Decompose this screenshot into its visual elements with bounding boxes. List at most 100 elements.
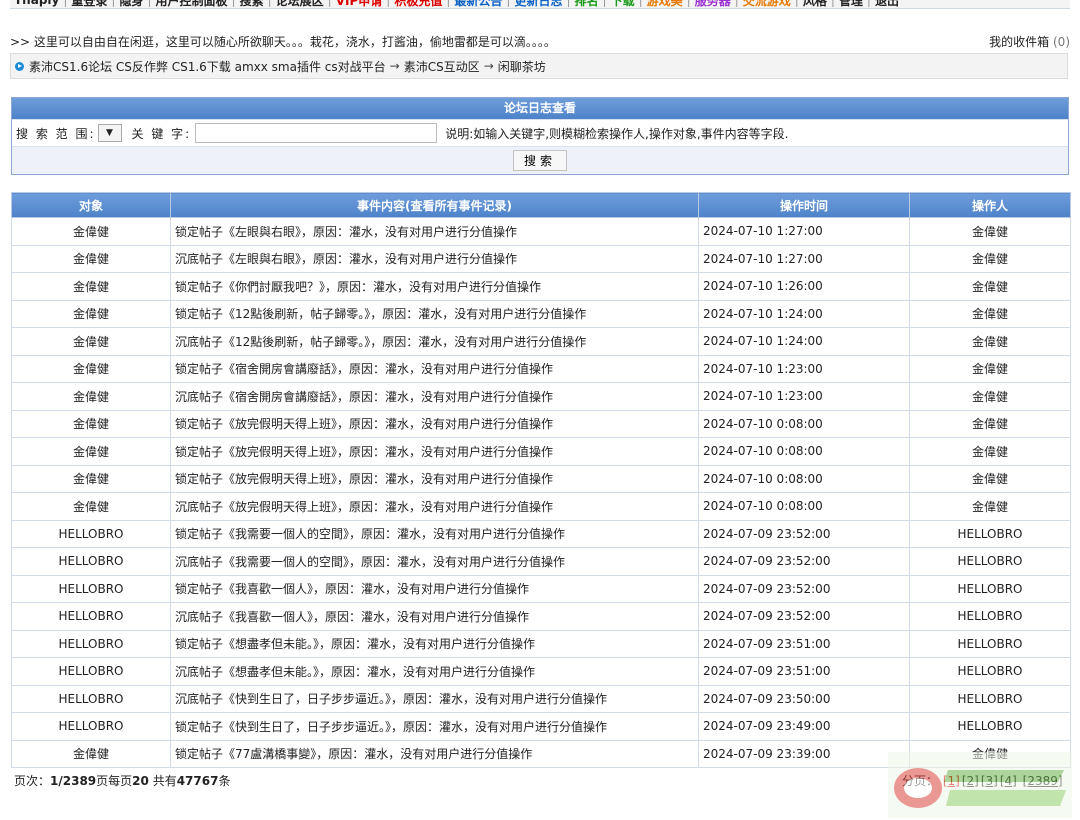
pagination-label: 分页： xyxy=(902,774,939,788)
cell-time: 2024-07-10 1:24:00 xyxy=(698,299,910,328)
table-row: 金偉健 沉底帖子《左眼與右眼》，原因：灌水，没有对用户进行分值操作 2024-07-… xyxy=(11,244,1071,273)
cell-operator: 金偉健 xyxy=(909,299,1071,328)
column-header-operator: 操作人 xyxy=(909,192,1071,218)
table-header-row: 对象 事件内容(查看所有事件记录) 操作时间 操作人 xyxy=(11,192,1071,218)
nav-link[interactable]: 下载 xyxy=(607,0,639,8)
table-row: 金偉健 沉底帖子《宿舍開房會講廢話》，原因：灌水，没有对用户进行分值操作 2024-… xyxy=(11,382,1071,411)
nav-link[interactable]: 退出 xyxy=(871,0,903,8)
column-header-object: 对象 xyxy=(11,192,171,218)
table-row: 金偉健 锁定帖子《左眼與右眼》，原因：灌水，没有对用户进行分值操作 2024-07-… xyxy=(11,217,1071,246)
cell-event: 沉底帖子《12點後刷新，帖子歸零。》，原因：灌水，没有对用户进行分值操作 xyxy=(170,327,699,356)
table-row: HELLOBRO 沉底帖子《快到生日了，日子步步逼近。》，原因：灌水，没有对用户进… xyxy=(11,684,1071,713)
cell-object: 金偉健 xyxy=(11,299,171,328)
nav-link[interactable]: 游戏美 xyxy=(643,0,687,8)
breadcrumb-arrow-icon: → xyxy=(389,59,400,73)
notice-row: >> 这里可以自由自在闲逛，这里可以随心所欲聊天。。。栽花，浇水，打酱油，偷地雷… xyxy=(10,32,1070,50)
breadcrumb-forum-home[interactable]: 素沛CS1.6论坛 CS反作弊 CS1.6下载 amxx sma插件 cs对战平… xyxy=(29,58,386,75)
inbox-link[interactable]: 我的收件箱 (0) xyxy=(989,33,1070,50)
nav-link[interactable]: 重登录 xyxy=(67,0,111,8)
cell-event: 锁定帖子《你們討厭我吧？》，原因：灌水，没有对用户进行分值操作 xyxy=(170,272,699,301)
cell-event: 沉底帖子《快到生日了，日子步步逼近。》，原因：灌水，没有对用户进行分值操作 xyxy=(170,684,699,713)
cell-object: HELLOBRO xyxy=(11,712,171,741)
search-criteria-row: 搜 索 范 围: ▼ 关 键 字: 说明:如输入关键字,则模糊检索操作人,操作对… xyxy=(12,119,1068,146)
forum-notice: >> 这里可以自由自在闲逛，这里可以随心所欲聊天。。。栽花，浇水，打酱油，偷地雷… xyxy=(10,34,556,49)
nav-link[interactable]: 管理 xyxy=(835,0,867,8)
nav-link[interactable]: 最新公告 xyxy=(450,0,506,8)
cell-event: 锁定帖子《我需要一個人的空間》，原因：灌水，没有对用户进行分值操作 xyxy=(170,519,699,548)
page-link[interactable]: [3] xyxy=(981,774,998,788)
table-row: HELLOBRO 沉底帖子《我喜歡一個人》，原因：灌水，没有对用户进行分值操作 20… xyxy=(11,602,1071,631)
cell-event: 锁定帖子《想盡孝但未能。》，原因：灌水，没有对用户进行分值操作 xyxy=(170,629,699,658)
table-row: HELLOBRO 沉底帖子《想盡孝但未能。》，原因：灌水，没有对用户进行分值操作 2… xyxy=(11,657,1071,686)
chevron-down-icon: ▼ xyxy=(106,128,113,138)
pager-total: 47767 xyxy=(176,774,219,788)
column-header-event[interactable]: 事件内容(查看所有事件记录) xyxy=(170,192,699,218)
inbox-label: 我的收件箱 xyxy=(989,34,1050,49)
cell-event: 沉底帖子《左眼與右眼》，原因：灌水，没有对用户进行分值操作 xyxy=(170,244,699,273)
page-link[interactable]: [4] xyxy=(1000,774,1017,788)
nav-link[interactable]: 积极充值 xyxy=(390,0,446,8)
nav-link[interactable]: 用户控制面板 xyxy=(152,0,232,8)
nav-link[interactable]: 交流游戏 xyxy=(739,0,795,8)
page-link[interactable]: [1] xyxy=(943,774,960,788)
table-row: 金偉健 锁定帖子《宿舍開房會講廢話》，原因：灌水，没有对用户进行分值操作 2024-… xyxy=(11,354,1071,383)
pager-current: 1/2389 xyxy=(50,774,97,788)
cell-time: 2024-07-10 0:08:00 xyxy=(698,437,910,466)
breadcrumb-bullet-icon xyxy=(15,61,24,71)
nav-link[interactable]: 隐身 xyxy=(115,0,147,8)
cell-event: 锁定帖子《快到生日了，日子步步逼近。》，原因：灌水，没有对用户进行分值操作 xyxy=(170,712,699,741)
breadcrumb: 素沛CS1.6论坛 CS反作弊 CS1.6下载 amxx sma插件 cs对战平… xyxy=(10,53,1068,79)
nav-link[interactable]: 排名 xyxy=(571,0,603,8)
cell-event: 锁定帖子《我喜歡一個人》，原因：灌水，没有对用户进行分值操作 xyxy=(170,574,699,603)
pager-total-prefix: 共有 xyxy=(148,774,177,788)
nav-link[interactable]: Thaply xyxy=(10,0,63,7)
keyword-input[interactable] xyxy=(195,123,438,143)
cell-operator: HELLOBRO xyxy=(909,629,1071,658)
cell-event: 锁定帖子《左眼與右眼》，原因：灌水，没有对用户进行分值操作 xyxy=(170,217,699,246)
pager-per-page-prefix: 页每页 xyxy=(96,774,133,788)
cell-time: 2024-07-09 23:52:00 xyxy=(698,547,910,576)
page-link[interactable]: [2] xyxy=(962,774,979,788)
cell-event: 沉底帖子《想盡孝但未能。》，原因：灌水，没有对用户进行分值操作 xyxy=(170,657,699,686)
cell-operator: 金偉健 xyxy=(909,382,1071,411)
table-row: HELLOBRO 锁定帖子《快到生日了，日子步步逼近。》，原因：灌水，没有对用户进… xyxy=(11,712,1071,741)
nav-link[interactable]: VIP申请 xyxy=(332,0,387,8)
cell-object: 金偉健 xyxy=(11,244,171,273)
inbox-count: (0) xyxy=(1053,34,1070,49)
nav-link[interactable]: 更新日志 xyxy=(510,0,566,8)
cell-time: 2024-07-09 23:51:00 xyxy=(698,629,910,658)
cell-object: HELLOBRO xyxy=(11,602,171,631)
cell-operator: HELLOBRO xyxy=(909,519,1071,548)
cell-operator: HELLOBRO xyxy=(909,684,1071,713)
scope-label: 搜 索 范 围: xyxy=(16,126,96,141)
nav-link[interactable]: 服务器 xyxy=(691,0,735,8)
search-button[interactable]: 搜索 xyxy=(512,150,567,171)
cell-object: 金偉健 xyxy=(11,492,171,521)
cell-time: 2024-07-10 0:08:00 xyxy=(698,409,910,438)
top-nav-bar: Thaply | 重登录 | 隐身 | 用户控制面板 | 搜索 | 论坛展区 | VIP申请 | 积极充值 |… xyxy=(10,0,1070,9)
cell-time: 2024-07-09 23:52:00 xyxy=(698,574,910,603)
cell-operator: 金偉健 xyxy=(909,739,1071,768)
nav-link[interactable]: 搜索 xyxy=(236,0,268,8)
nav-link[interactable]: 风格 xyxy=(799,0,831,8)
cell-operator: 金偉健 xyxy=(909,437,1071,466)
breadcrumb-section[interactable]: 素沛CS互动区 xyxy=(404,58,480,75)
cell-time: 2024-07-09 23:52:00 xyxy=(698,519,910,548)
cell-time: 2024-07-10 1:23:00 xyxy=(698,354,910,383)
cell-event: 锁定帖子《放完假明天得上班》，原因：灌水，没有对用户进行分值操作 xyxy=(170,464,699,493)
cell-event: 沉底帖子《放完假明天得上班》，原因：灌水，没有对用户进行分值操作 xyxy=(170,492,699,521)
last-page-link[interactable]: [2389] xyxy=(1023,774,1063,788)
cell-operator: 金偉健 xyxy=(909,354,1071,383)
cell-time: 2024-07-10 1:27:00 xyxy=(698,244,910,273)
cell-operator: HELLOBRO xyxy=(909,712,1071,741)
cell-operator: 金偉健 xyxy=(909,217,1071,246)
pager-label: 页次： xyxy=(14,774,51,788)
cell-time: 2024-07-09 23:52:00 xyxy=(698,602,910,631)
scope-select[interactable]: ▼ xyxy=(97,124,122,142)
cell-object: 金偉健 xyxy=(11,272,171,301)
cell-event: 锁定帖子《宿舍開房會講廢話》，原因：灌水，没有对用户进行分值操作 xyxy=(170,354,699,383)
nav-link[interactable]: 论坛展区 xyxy=(272,0,328,8)
table-row: HELLOBRO 沉底帖子《我需要一個人的空間》，原因：灌水，没有对用户进行分值操… xyxy=(11,547,1071,576)
table-row: 金偉健 锁定帖子《放完假明天得上班》，原因：灌水，没有对用户进行分值操作 2024-… xyxy=(11,437,1071,466)
breadcrumb-board[interactable]: 闲聊茶坊 xyxy=(498,58,546,75)
